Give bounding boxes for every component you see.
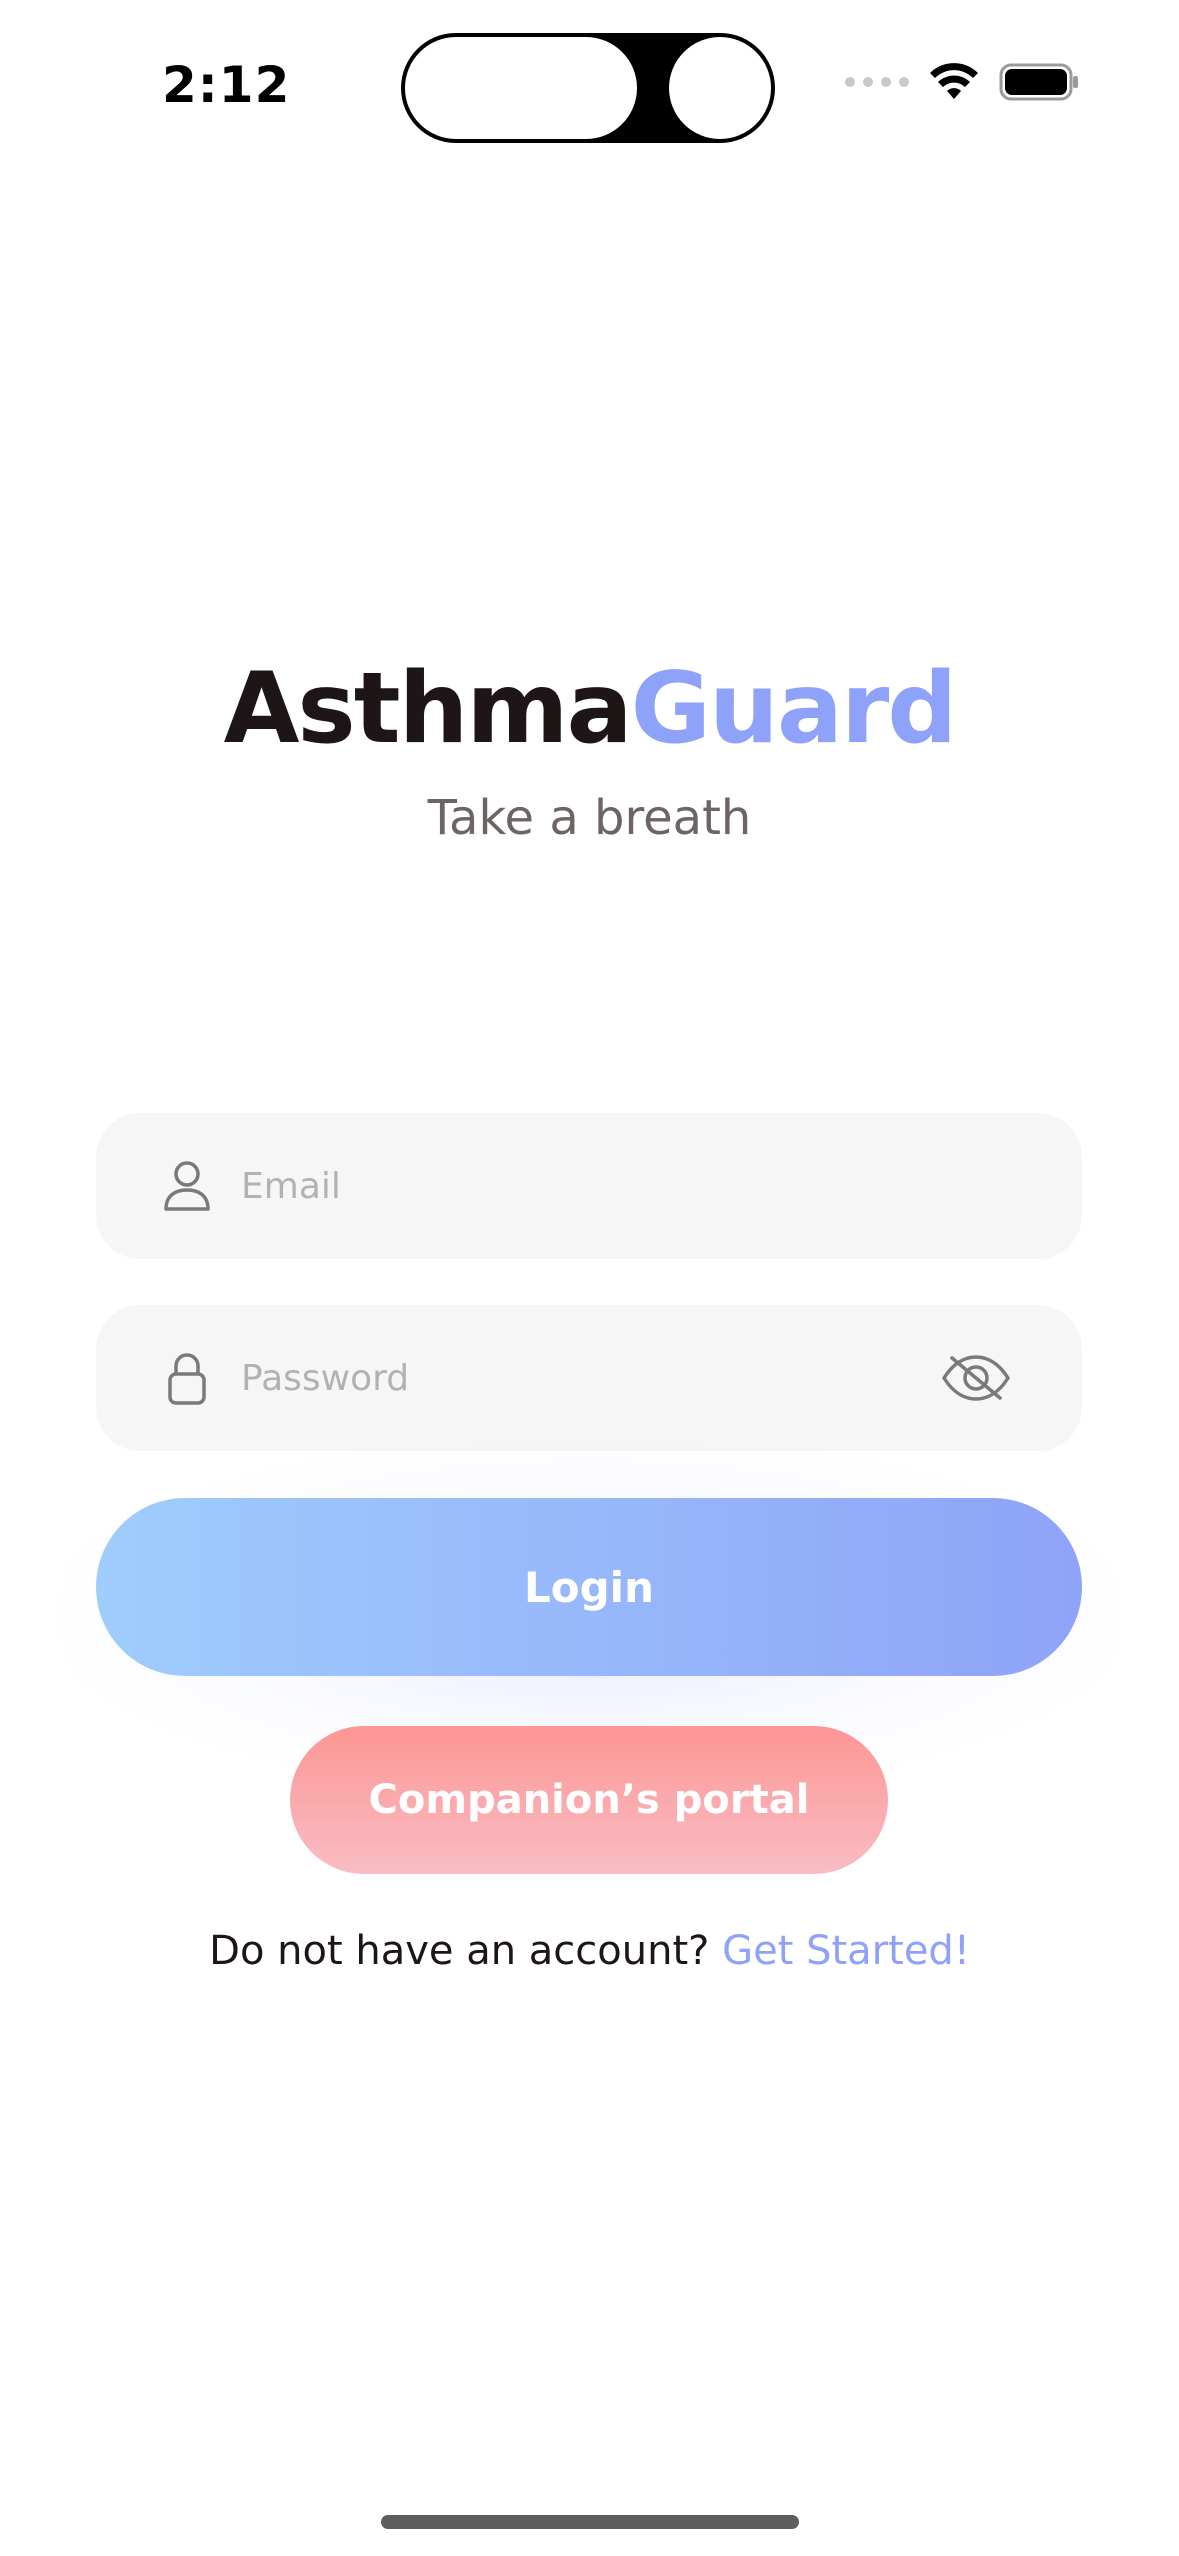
island-right-pill <box>669 37 771 139</box>
user-icon <box>164 1161 210 1211</box>
login-button[interactable]: Login <box>96 1498 1082 1676</box>
app-tagline: Take a breath <box>427 790 752 846</box>
email-input[interactable] <box>241 1113 941 1259</box>
email-field[interactable] <box>96 1113 1082 1259</box>
companion-portal-button[interactable]: Companion’s portal <box>290 1726 888 1874</box>
password-input[interactable] <box>241 1305 941 1451</box>
status-indicators <box>845 62 1079 102</box>
app-title-part2: Guard <box>630 652 958 766</box>
battery-icon <box>999 63 1078 101</box>
password-field[interactable] <box>96 1305 1082 1451</box>
login-screen: 2:12 AsthmaGuard Take a breath Email Log… <box>0 0 1179 2556</box>
island-left-pill <box>405 37 637 139</box>
eye-off-icon[interactable] <box>940 1352 1012 1404</box>
get-started-link[interactable]: Get Started! <box>722 1928 970 1974</box>
signup-prompt: Do not have an account? Get Started! <box>0 1928 1179 1974</box>
lock-icon <box>168 1353 206 1405</box>
cellular-signal-icon <box>845 77 909 87</box>
wifi-icon <box>930 63 978 99</box>
status-time: 2:12 <box>162 56 291 114</box>
home-indicator[interactable] <box>381 2515 799 2529</box>
signup-prompt-text: Do not have an account? <box>209 1928 710 1974</box>
app-title: AsthmaGuard <box>0 660 1179 758</box>
dynamic-island <box>401 33 775 143</box>
app-title-part1: Asthma <box>223 652 633 766</box>
